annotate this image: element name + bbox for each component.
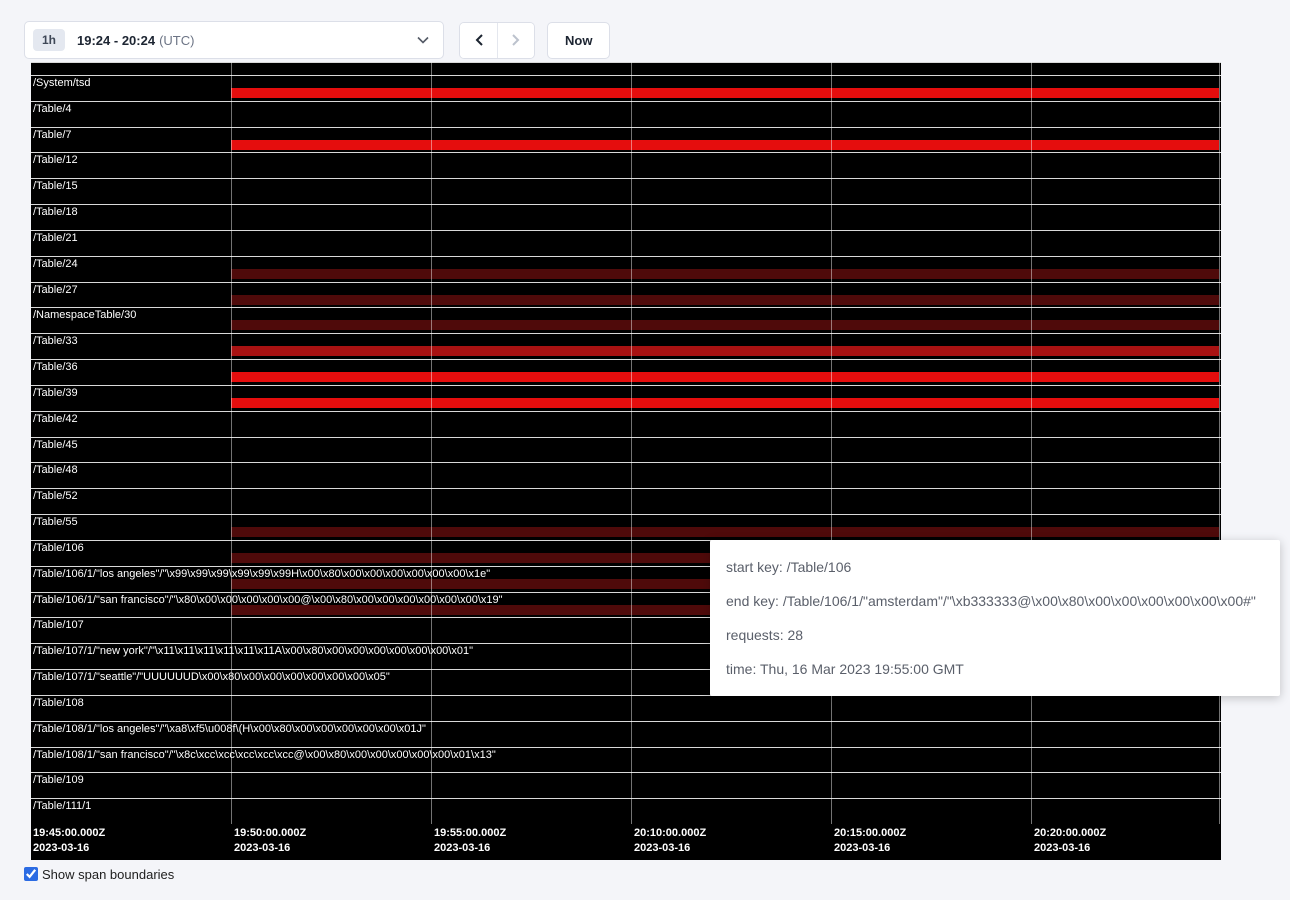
span-label: /Table/107 (33, 619, 84, 631)
span-label: /Table/109 (33, 774, 84, 786)
span-row[interactable]: /Table/111/1 (31, 798, 1221, 824)
span-label: /Table/107/1/"new york"/"\x11\x11\x11\x1… (33, 645, 473, 657)
time-label: 20:20:00.000Z2023-03-16 (1034, 826, 1106, 856)
tooltip-end-key: end key: /Table/106/1/"amsterdam"/"\xb33… (726, 584, 1264, 618)
span-label: /Table/21 (33, 232, 78, 244)
span-row[interactable]: /Table/109 (31, 772, 1221, 798)
span-row[interactable]: /Table/55 (31, 514, 1221, 540)
span-label: /NamespaceTable/30 (33, 309, 136, 321)
time-gridline (431, 62, 432, 824)
time-gridline (1031, 62, 1032, 824)
heat-band (231, 372, 1219, 382)
span-row[interactable]: /Table/36 (31, 359, 1221, 385)
span-row[interactable]: /Table/12 (31, 152, 1221, 178)
time-label: 20:15:00.000Z2023-03-16 (834, 826, 906, 856)
span-label: /Table/27 (33, 284, 78, 296)
time-nav-group (459, 22, 535, 59)
span-label: /Table/18 (33, 206, 78, 218)
span-label: /Table/33 (33, 335, 78, 347)
chevron-left-icon (474, 33, 484, 47)
time-gridline (1219, 62, 1220, 824)
time-label: 19:50:00.000Z2023-03-16 (234, 826, 306, 856)
span-label: /Table/7 (33, 129, 72, 141)
heat-band (231, 295, 1219, 305)
heat-band (231, 320, 1219, 330)
span-row[interactable]: /Table/39 (31, 385, 1221, 411)
span-label: /Table/55 (33, 516, 78, 528)
show-span-boundaries[interactable]: Show span boundaries (24, 867, 174, 883)
span-row[interactable]: /Table/108/1/"los angeles"/"\xa8\xf5\u00… (31, 721, 1221, 747)
span-label: /Table/36 (33, 361, 78, 373)
span-row[interactable]: /NamespaceTable/30 (31, 307, 1221, 333)
span-row[interactable]: /Table/27 (31, 282, 1221, 308)
span-label: /Table/45 (33, 439, 78, 451)
span-row[interactable]: /Table/7 (31, 127, 1221, 153)
heat-band (231, 269, 1219, 279)
time-label: 19:45:00.000Z2023-03-16 (33, 826, 105, 856)
span-row[interactable]: /Table/4 (31, 101, 1221, 127)
span-label: /Table/42 (33, 413, 78, 425)
range-timezone: (UTC) (159, 33, 194, 48)
time-label: 19:55:00.000Z2023-03-16 (434, 826, 506, 856)
span-label: /Table/4 (33, 103, 72, 115)
span-label: /Table/106/1/"san francisco"/"\x80\x00\x… (33, 594, 503, 606)
time-gridline (831, 62, 832, 824)
span-label: /System/tsd (33, 77, 90, 89)
span-label: /Table/106/1/"los angeles"/"\x99\x99\x99… (33, 568, 490, 580)
prev-range-button[interactable] (460, 23, 497, 58)
span-row[interactable]: /Table/48 (31, 462, 1221, 488)
heat-band (231, 140, 1219, 150)
time-gridline (231, 62, 232, 824)
range-text: 19:24 - 20:24 (77, 33, 155, 48)
span-label: /Table/39 (33, 387, 78, 399)
heat-band (231, 527, 1219, 537)
span-row[interactable]: /Table/21 (31, 230, 1221, 256)
span-label: /Table/107/1/"seattle"/"UUUUUUD\x00\x80\… (33, 671, 390, 683)
span-label: /Table/108/1/"san francisco"/"\x8c\xcc\x… (33, 749, 496, 761)
time-label: 20:10:00.000Z2023-03-16 (634, 826, 706, 856)
span-row[interactable]: /Table/42 (31, 411, 1221, 437)
span-row[interactable]: /Table/45 (31, 437, 1221, 463)
span-row[interactable]: /Table/52 (31, 488, 1221, 514)
span-row[interactable]: /Table/15 (31, 178, 1221, 204)
span-label: /Table/108 (33, 697, 84, 709)
span-row[interactable]: /System/tsd (31, 75, 1221, 101)
span-label: /Table/111/1 (33, 800, 91, 812)
tooltip-requests: requests: 28 (726, 618, 1264, 652)
tooltip-start-key: start key: /Table/106 (726, 550, 1264, 584)
span-label: /Table/12 (33, 154, 78, 166)
toolbar: 1h 19:24 - 20:24 (UTC) Now (24, 21, 610, 59)
heat-band (231, 398, 1219, 408)
heat-band (231, 88, 1219, 98)
span-label: /Table/15 (33, 180, 78, 192)
time-range-selector[interactable]: 1h 19:24 - 20:24 (UTC) (24, 21, 444, 59)
key-visualizer-canvas[interactable]: /System/tsd/Table/4/Table/7/Table/12/Tab… (31, 62, 1221, 860)
span-label: /Table/106 (33, 542, 84, 554)
chevron-right-icon (511, 33, 521, 47)
range-preset-badge: 1h (33, 29, 65, 51)
show-span-boundaries-label: Show span boundaries (42, 867, 174, 883)
span-rows: /System/tsd/Table/4/Table/7/Table/12/Tab… (31, 75, 1221, 824)
tooltip-time: time: Thu, 16 Mar 2023 19:55:00 GMT (726, 652, 1264, 686)
show-span-boundaries-checkbox[interactable] (24, 867, 38, 881)
span-row[interactable]: /Table/33 (31, 333, 1221, 359)
span-label: /Table/48 (33, 464, 78, 476)
span-row[interactable]: /Table/108/1/"san francisco"/"\x8c\xcc\x… (31, 747, 1221, 773)
span-row[interactable]: /Table/108 (31, 695, 1221, 721)
time-gridline (631, 62, 632, 824)
span-label: /Table/24 (33, 258, 78, 270)
span-row[interactable]: /Table/18 (31, 204, 1221, 230)
now-button[interactable]: Now (547, 22, 610, 59)
hover-tooltip: start key: /Table/106 end key: /Table/10… (710, 540, 1280, 696)
span-row[interactable]: /Table/24 (31, 256, 1221, 282)
heat-band (231, 346, 1219, 356)
time-axis: 19:45:00.000Z2023-03-16 19:50:00.000Z2023… (31, 824, 1221, 854)
chevron-down-icon (417, 36, 429, 44)
next-range-button[interactable] (497, 23, 534, 58)
span-label: /Table/52 (33, 490, 78, 502)
span-label: /Table/108/1/"los angeles"/"\xa8\xf5\u00… (33, 723, 426, 735)
